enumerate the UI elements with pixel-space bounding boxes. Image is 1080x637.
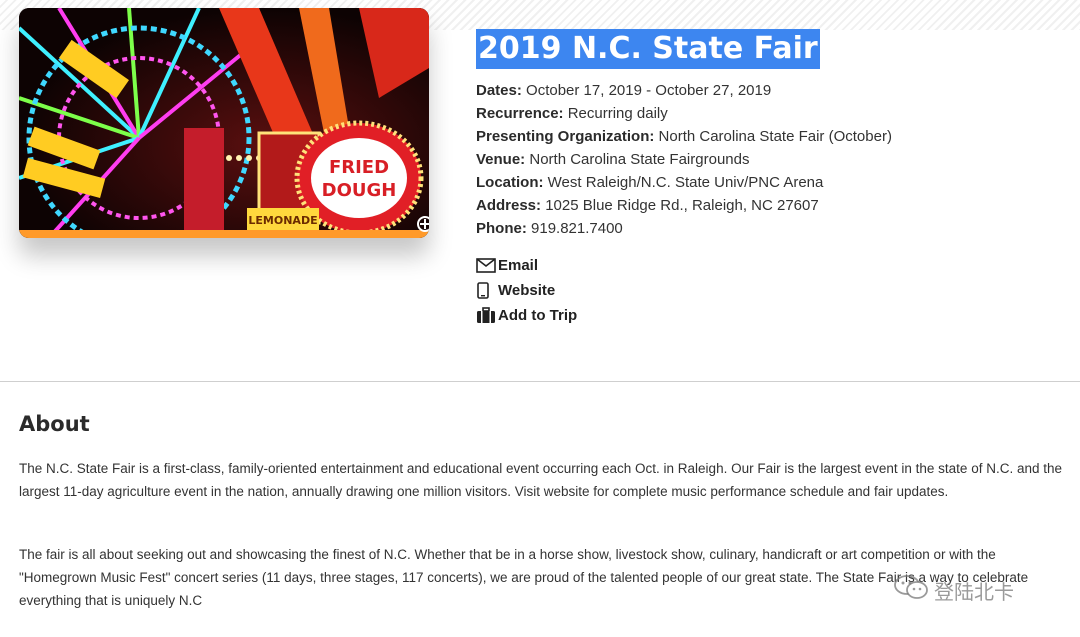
mobile-icon	[476, 282, 498, 299]
svg-text:DOUGH: DOUGH	[322, 180, 397, 201]
detail-location: Location: West Raleigh/N.C. State Univ/P…	[476, 171, 892, 194]
suitcase-icon	[476, 307, 498, 324]
detail-label: Address:	[476, 197, 542, 214]
detail-organization: Presenting Organization: North Carolina …	[476, 125, 892, 148]
detail-dates: Dates: October 17, 2019 - October 27, 20…	[476, 79, 892, 102]
detail-label: Location:	[476, 174, 544, 191]
detail-label: Venue:	[476, 151, 526, 168]
watermark: 登陆北卡	[894, 574, 1014, 606]
event-actions: Email Website Add to Trip	[476, 253, 577, 328]
detail-label: Presenting Organization:	[476, 128, 655, 145]
add-to-trip-label[interactable]: Add to Trip	[498, 307, 577, 324]
email-label[interactable]: Email	[498, 257, 538, 274]
event-details: Dates: October 17, 2019 - October 27, 20…	[476, 79, 892, 240]
watermark-text: 登陆北卡	[934, 581, 1014, 604]
event-photo[interactable]: FRIED DOUGH LEMONADE	[19, 8, 429, 238]
detail-phone: Phone: 919.821.7400	[476, 217, 892, 240]
zoom-in-icon[interactable]	[417, 216, 429, 232]
website-label[interactable]: Website	[498, 282, 555, 299]
detail-recurrence: Recurrence: Recurring daily	[476, 102, 892, 125]
detail-value: October 17, 2019 - October 27, 2019	[526, 82, 772, 99]
detail-label: Dates:	[476, 82, 522, 99]
envelope-icon	[476, 258, 498, 273]
detail-value: 1025 Blue Ridge Rd., Raleigh, NC 27607	[545, 197, 819, 214]
website-link[interactable]: Website	[476, 278, 577, 303]
wechat-icon	[894, 574, 928, 606]
detail-value: West Raleigh/N.C. State Univ/PNC Arena	[547, 174, 824, 191]
detail-value: North Carolina State Fairgrounds	[529, 151, 750, 168]
detail-venue: Venue: North Carolina State Fairgrounds	[476, 148, 892, 171]
email-link[interactable]: Email	[476, 253, 577, 278]
detail-label: Phone:	[476, 220, 527, 237]
about-heading: About	[19, 412, 90, 436]
detail-value-phone[interactable]: 919.821.7400	[531, 220, 623, 237]
section-divider	[0, 381, 1080, 382]
event-title: 2019 N.C. State Fair	[476, 29, 820, 69]
fair-night-image: FRIED DOUGH LEMONADE	[19, 8, 429, 238]
detail-value: Recurring daily	[567, 105, 668, 122]
add-to-trip-link[interactable]: Add to Trip	[476, 303, 577, 328]
detail-value: North Carolina State Fair (October)	[658, 128, 892, 145]
svg-text:LEMONADE: LEMONADE	[248, 214, 317, 227]
detail-address: Address: 1025 Blue Ridge Rd., Raleigh, N…	[476, 194, 892, 217]
sign-fried-dough: FRIED	[329, 157, 389, 178]
about-paragraph: The N.C. State Fair is a first-class, fa…	[19, 461, 1062, 499]
detail-label: Recurrence:	[476, 105, 564, 122]
